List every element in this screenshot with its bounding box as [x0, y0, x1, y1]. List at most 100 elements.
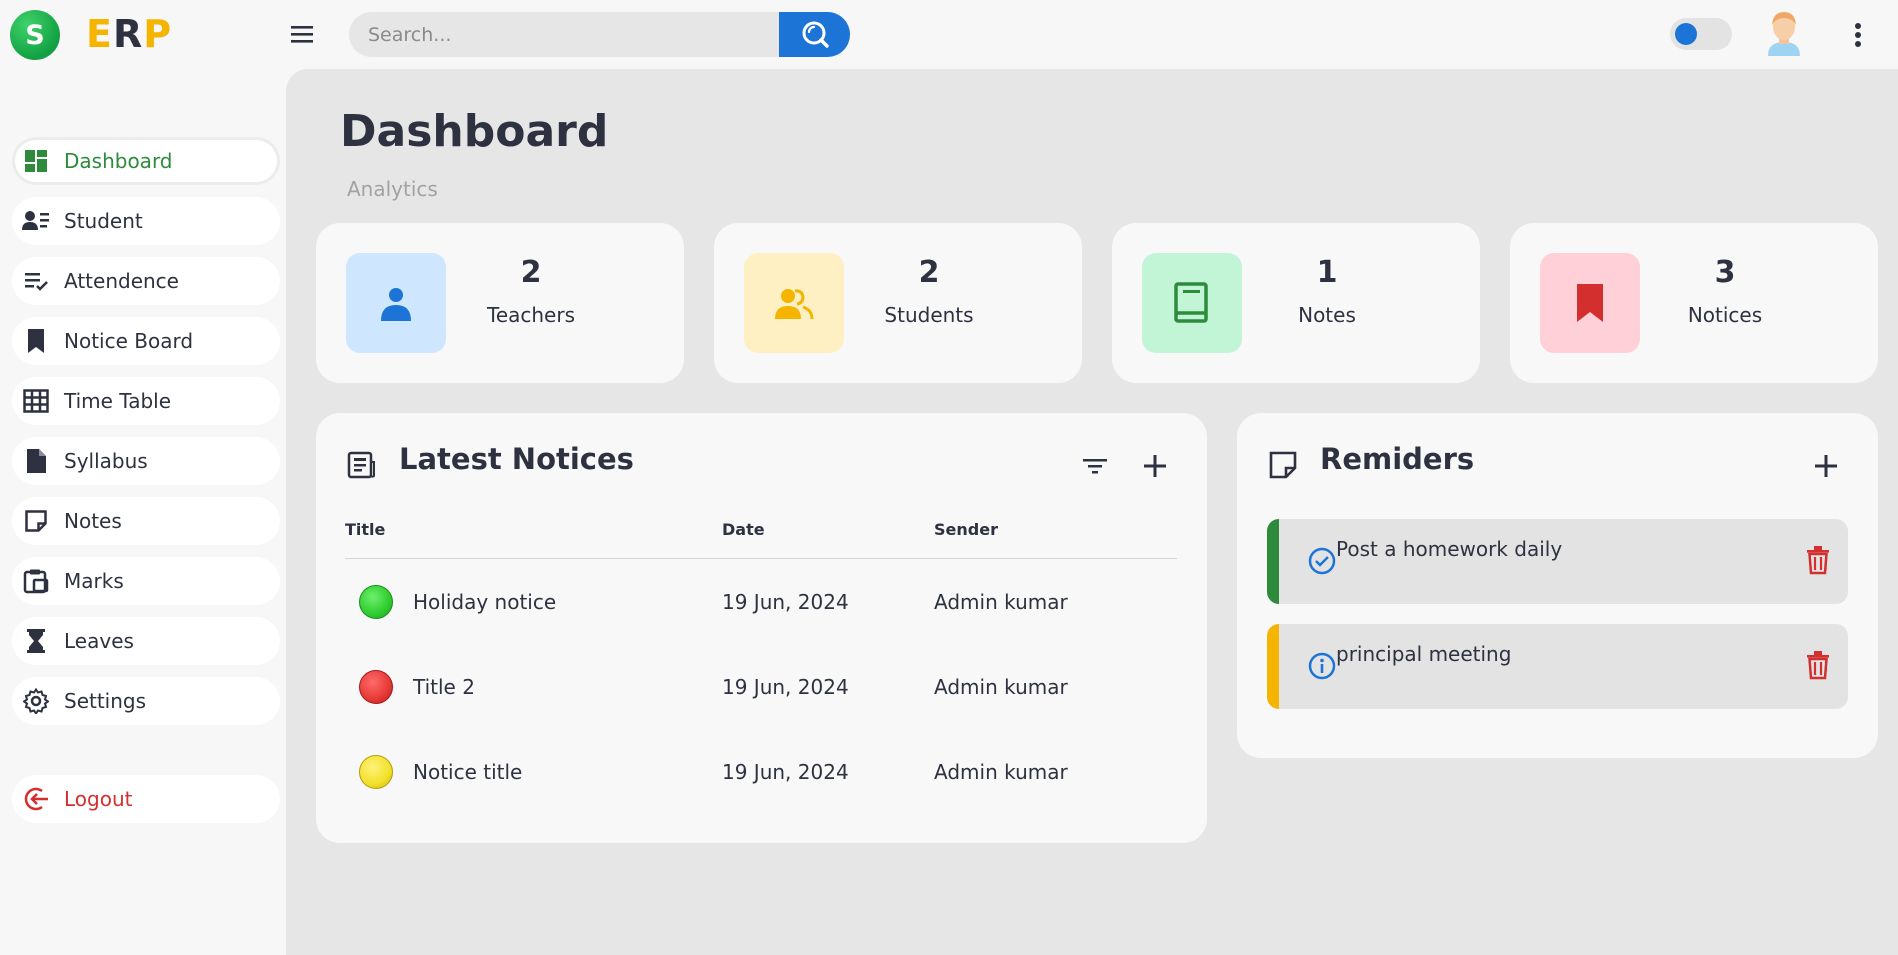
stat-card-students[interactable]: 2 Students [714, 223, 1082, 383]
sidebar-item-attendence[interactable]: Attendence [12, 257, 280, 305]
brand-letter-e: E [86, 12, 113, 56]
add-reminder-button[interactable] [1809, 449, 1843, 483]
notice-sender: Admin kumar [934, 760, 1068, 784]
search-button[interactable] [779, 12, 850, 57]
stat-label: Notices [1687, 303, 1763, 327]
sidebar-item-student[interactable]: Student [12, 197, 280, 245]
stat-card-notices[interactable]: 3 Notices [1510, 223, 1878, 383]
reminder-item[interactable]: Post a homework daily [1267, 519, 1848, 604]
table-divider [345, 558, 1177, 559]
theme-toggle[interactable] [1670, 18, 1732, 50]
brand-name: ERP [86, 12, 172, 56]
notice-date: 19 Jun, 2024 [722, 760, 849, 784]
stat-label: Teachers [487, 303, 575, 327]
sidebar-item-label: Attendence [64, 269, 179, 293]
gear-icon [22, 687, 50, 715]
notice-title: Holiday notice [413, 590, 557, 614]
sidebar-item-notes[interactable]: Notes [12, 497, 280, 545]
table-icon [22, 387, 50, 415]
sidebar-item-label: Syllabus [64, 449, 148, 473]
notice-date: 19 Jun, 2024 [722, 590, 849, 614]
reminder-text: Post a homework daily [1336, 537, 1563, 561]
status-dot [359, 670, 393, 704]
search-icon [802, 21, 829, 48]
user-avatar-icon [1768, 12, 1800, 56]
notices-title: Latest Notices [399, 442, 634, 476]
trash-icon [1807, 546, 1829, 575]
plus-icon [1144, 455, 1166, 477]
table-row[interactable]: Title 2 19 Jun, 2024 Admin kumar [345, 652, 1177, 722]
stat-card-notes[interactable]: 1 Notes [1112, 223, 1480, 383]
sidebar-item-label: Leaves [64, 629, 134, 653]
brand-letter-p: P [143, 12, 173, 56]
search-bar [349, 12, 850, 57]
sidebar-item-dashboard[interactable]: Dashboard [12, 137, 280, 185]
sidebar-item-label: Settings [64, 689, 147, 713]
avatar[interactable] [1764, 10, 1804, 58]
sidebar-item-marks[interactable]: Marks [12, 557, 280, 605]
column-header-title: Title [345, 520, 386, 539]
logout-button[interactable]: Logout [12, 775, 280, 823]
sidebar-item-label: Dashboard [64, 149, 173, 173]
sidebar-item-label: Marks [64, 569, 124, 593]
sidebar-item-label: Student [64, 209, 143, 233]
trash-icon [1807, 651, 1829, 680]
table-row[interactable]: Holiday notice 19 Jun, 2024 Admin kumar [345, 567, 1177, 637]
student-list-icon [22, 207, 50, 235]
sidebar-item-label: Time Table [64, 389, 172, 413]
sidebar-item-notice-board[interactable]: Notice Board [12, 317, 280, 365]
group-icon [744, 253, 844, 353]
checklist-icon [22, 267, 50, 295]
notice-title: Title 2 [413, 675, 475, 699]
notice-date: 19 Jun, 2024 [722, 675, 849, 699]
more-options-icon[interactable] [1848, 20, 1868, 50]
sidebar-item-label: Notes [64, 509, 122, 533]
clipboard-icon [22, 567, 50, 595]
notice-sender: Admin kumar [934, 675, 1068, 699]
sidebar-item-settings[interactable]: Settings [12, 677, 280, 725]
search-input[interactable] [349, 12, 779, 57]
column-header-date: Date [722, 520, 765, 539]
sidebar-item-syllabus[interactable]: Syllabus [12, 437, 280, 485]
dashboard-icon [22, 147, 50, 175]
stat-value: 2 [520, 255, 542, 290]
logout-icon [22, 785, 50, 813]
bookmark-icon [22, 327, 50, 355]
stat-value: 1 [1316, 255, 1338, 290]
bookmark-icon [1540, 253, 1640, 353]
delete-reminder-button[interactable] [1802, 648, 1834, 682]
stat-value: 2 [918, 255, 940, 290]
info-circle-icon [1307, 651, 1337, 681]
person-icon [346, 253, 446, 353]
filter-icon[interactable] [1078, 449, 1112, 483]
reminder-item[interactable]: principal meeting [1267, 624, 1848, 709]
reminders-title: Remiders [1320, 442, 1475, 476]
add-notice-button[interactable] [1138, 449, 1172, 483]
sidebar-item-label: Logout [64, 787, 133, 811]
brand-letter-r: R [112, 12, 144, 56]
hourglass-icon [22, 627, 50, 655]
logo: S [10, 10, 60, 60]
status-dot [359, 755, 393, 789]
stat-card-teachers[interactable]: 2 Teachers [316, 223, 684, 383]
sidebar-item-time-table[interactable]: Time Table [12, 377, 280, 425]
sticky-note-icon [1268, 450, 1298, 480]
page-title: Dashboard [340, 106, 609, 157]
check-circle-icon [1307, 546, 1337, 576]
page-subtitle: Analytics [347, 177, 438, 201]
column-header-sender: Sender [934, 520, 998, 539]
reminder-text: principal meeting [1336, 642, 1512, 666]
delete-reminder-button[interactable] [1802, 543, 1834, 577]
newspaper-icon [346, 450, 376, 480]
status-dot [359, 585, 393, 619]
toggle-knob [1675, 23, 1697, 45]
stat-label: Notes [1298, 303, 1356, 327]
sidebar-item-leaves[interactable]: Leaves [12, 617, 280, 665]
notice-sender: Admin kumar [934, 590, 1068, 614]
menu-icon[interactable] [288, 20, 316, 48]
sidebar-item-label: Notice Board [64, 329, 194, 353]
plus-icon [1815, 455, 1837, 477]
reminder-accent [1267, 519, 1279, 604]
table-row[interactable]: Notice title 19 Jun, 2024 Admin kumar [345, 737, 1177, 807]
notice-title: Notice title [413, 760, 523, 784]
